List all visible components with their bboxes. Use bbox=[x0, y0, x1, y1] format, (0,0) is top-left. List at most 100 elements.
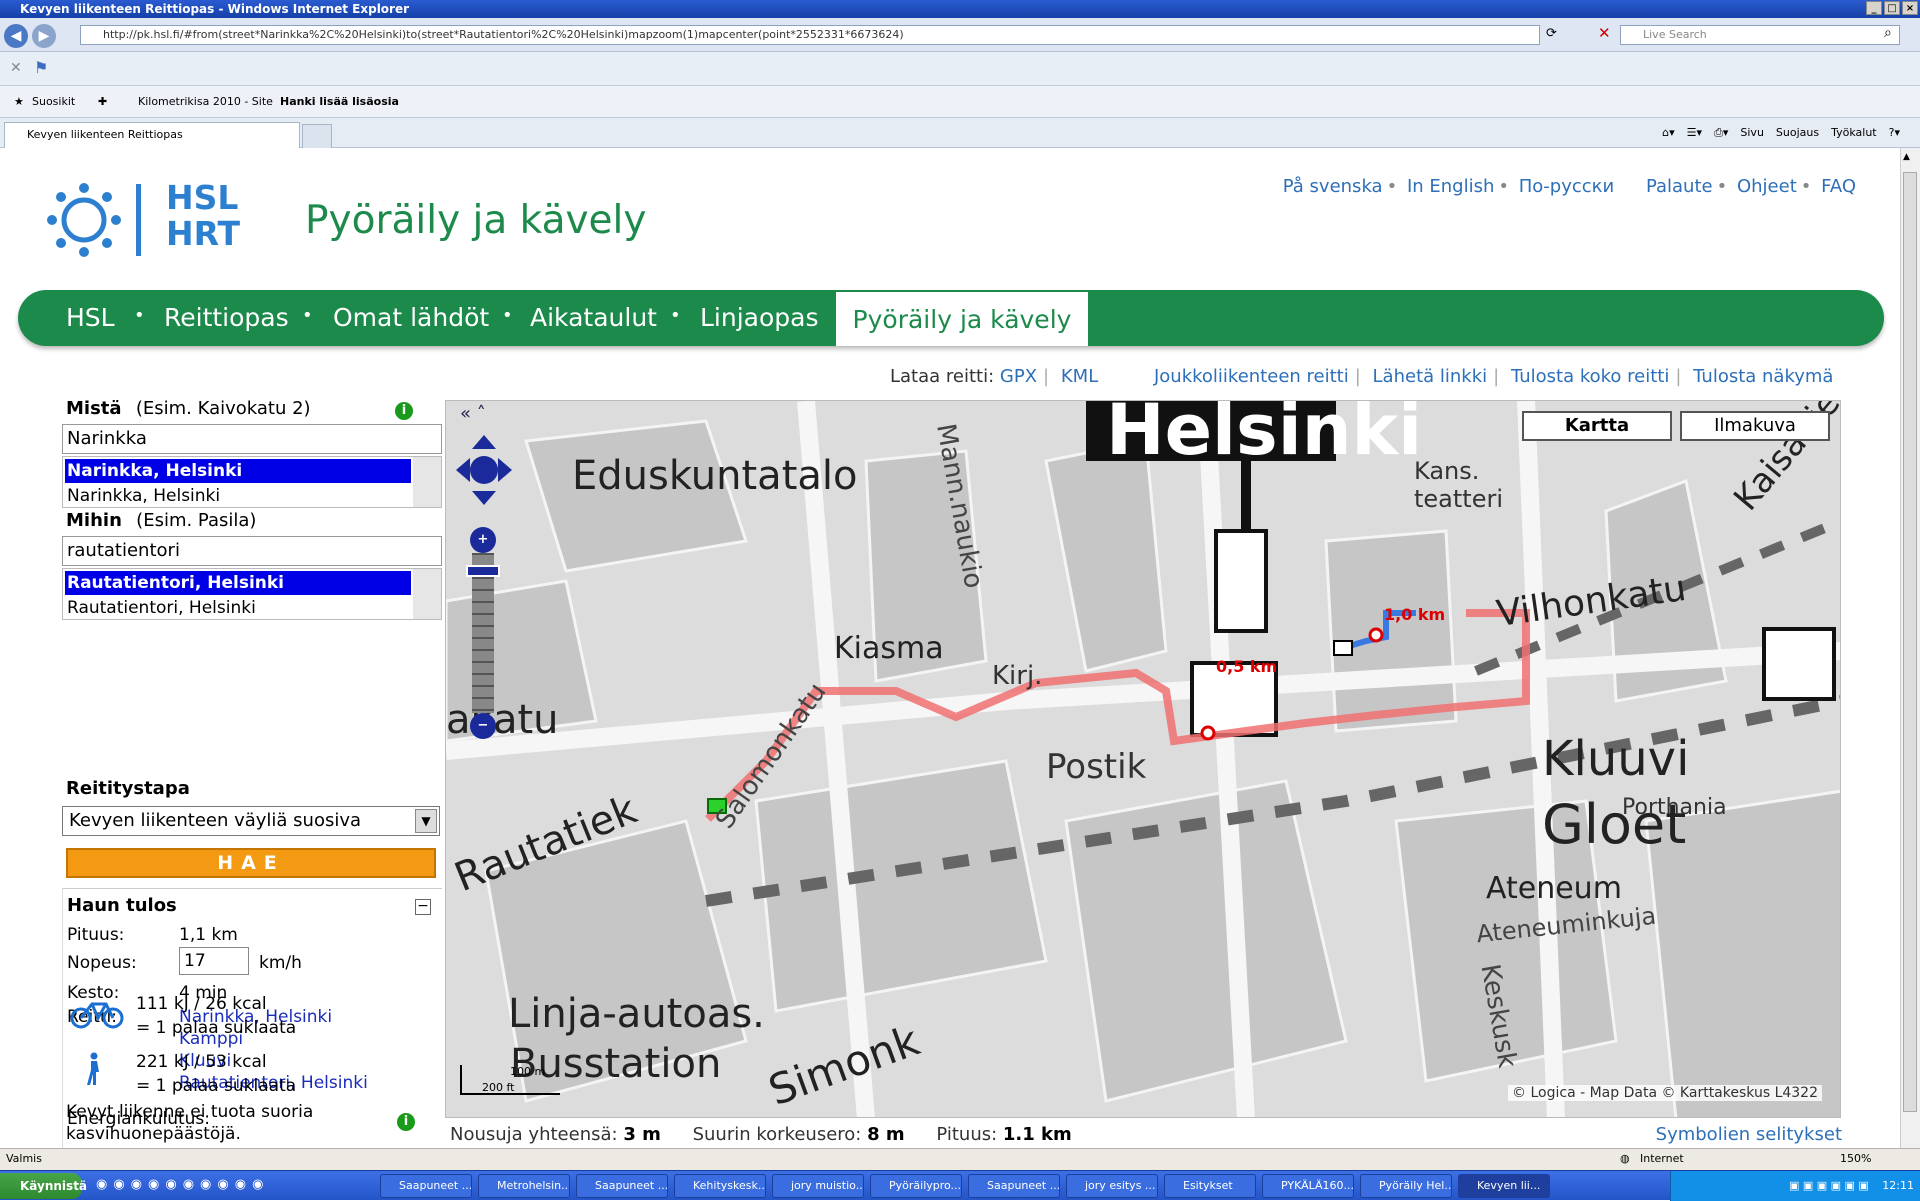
pan-control[interactable] bbox=[456, 435, 512, 505]
bicycle-icon bbox=[70, 1002, 124, 1029]
nav-linjaopas[interactable]: Linjaopas bbox=[700, 290, 819, 346]
back-button[interactable]: ◀ bbox=[4, 24, 28, 48]
help-icon[interactable]: ?▾ bbox=[1889, 126, 1900, 140]
from-label: Mistä (Esim. Kaivokatu 2) bbox=[66, 398, 311, 419]
collapse-panel-icon[interactable]: « ˄ bbox=[460, 403, 486, 424]
task-item-5[interactable]: Pyöräilypro... bbox=[870, 1174, 962, 1198]
forward-button[interactable]: ▶ bbox=[32, 24, 56, 48]
from-list-scrollbar[interactable] bbox=[413, 457, 441, 507]
status-bar: Valmis ◍ Internet 150% bbox=[0, 1148, 1920, 1170]
task-item-2[interactable]: Saapuneet ... bbox=[576, 1174, 668, 1198]
zoom-level[interactable]: 150% bbox=[1840, 1149, 1871, 1169]
zoom-in-button[interactable]: + bbox=[470, 527, 496, 553]
hsl-logo[interactable]: HSL HRT bbox=[46, 180, 246, 264]
new-tab-button[interactable] bbox=[302, 124, 332, 148]
routing-mode-value: Kevyen liikenteen väyliä suosiva bbox=[69, 810, 362, 831]
routing-mode-select[interactable]: Kevyen liikenteen väyliä suosiva ▼ bbox=[62, 806, 440, 836]
download-gpx[interactable]: GPX bbox=[1000, 366, 1037, 387]
from-input[interactable]: Narinkka bbox=[62, 424, 442, 454]
nav-aikataulut[interactable]: Aikataulut bbox=[530, 290, 657, 346]
map-view[interactable]: Helsinki Eduskuntatalo Kiasma Kluuvi Glo… bbox=[445, 400, 1841, 1118]
transit-route-link[interactable]: Joukkoliikenteen reitti bbox=[1154, 366, 1349, 387]
task-item-10[interactable]: Pyöräily Hel... bbox=[1360, 1174, 1452, 1198]
faq-link[interactable]: FAQ bbox=[1821, 176, 1856, 197]
zoom-out-button[interactable]: − bbox=[470, 713, 496, 739]
task-item-7[interactable]: jory esitys ... bbox=[1066, 1174, 1158, 1198]
map-label-ateneum: Ateneum bbox=[1486, 871, 1622, 906]
live-search-input[interactable]: Live Search bbox=[1620, 25, 1900, 45]
search-button[interactable]: HAE bbox=[66, 848, 436, 878]
nav-hsl[interactable]: HSL bbox=[66, 290, 115, 346]
map-view-button[interactable]: Kartta bbox=[1522, 411, 1672, 441]
clock: 12:11 bbox=[1882, 1179, 1914, 1192]
address-bar[interactable]: http://pk.hsl.fi/#from(street*Narinkka%2… bbox=[80, 25, 1540, 45]
scroll-thumb[interactable] bbox=[1903, 172, 1917, 1112]
task-item-1[interactable]: Metrohelsin... bbox=[478, 1174, 570, 1198]
to-list-scrollbar[interactable] bbox=[413, 569, 441, 619]
lang-russian[interactable]: По-русски bbox=[1519, 176, 1614, 197]
speed-input[interactable]: 17 bbox=[179, 947, 249, 975]
window-titlebar: Kevyen liikenteen Reittiopas - Windows I… bbox=[0, 0, 1920, 18]
favorites-button[interactable]: Suosikit bbox=[32, 95, 75, 108]
lang-swedish[interactable]: På svenska bbox=[1283, 176, 1383, 197]
task-item-8[interactable]: Esitykset bbox=[1164, 1174, 1256, 1198]
print-icon[interactable]: ⎙▾ bbox=[1714, 126, 1728, 140]
scroll-up-icon[interactable]: ▲ bbox=[1903, 152, 1910, 162]
feedback-link[interactable]: Palaute bbox=[1646, 176, 1713, 197]
task-item-11-active[interactable]: Kevyen lii... bbox=[1458, 1174, 1550, 1198]
nav-pyoraily-active[interactable]: Pyöräily ja kävely bbox=[836, 290, 1088, 346]
download-kml[interactable]: KML bbox=[1061, 366, 1098, 387]
print-full-route[interactable]: Tulosta koko reitti bbox=[1511, 366, 1669, 387]
zoom-handle[interactable] bbox=[466, 565, 500, 577]
task-item-6[interactable]: Saapuneet ... bbox=[968, 1174, 1060, 1198]
stop-icon[interactable]: ✕ bbox=[1598, 24, 1611, 42]
to-suggestion-selected[interactable]: Rautatientori, Helsinki bbox=[65, 571, 411, 595]
tray-icons[interactable]: ▣ ▣ ▣ ▣ ▣ ▣ bbox=[1789, 1179, 1869, 1192]
feeds-icon[interactable]: ☰▾ bbox=[1687, 126, 1702, 140]
add-favorite-icon[interactable]: ✚ bbox=[98, 95, 107, 108]
collapse-icon[interactable]: − bbox=[415, 899, 431, 915]
print-view[interactable]: Tulosta näkymä bbox=[1693, 366, 1833, 387]
tab-reittiopas[interactable]: Kevyen liikenteen Reittiopas bbox=[4, 122, 300, 148]
quicklaunch-icons[interactable]: ◉◉◉◉◉◉◉◉◉◉ bbox=[96, 1177, 269, 1192]
finish-flag-icon bbox=[1333, 640, 1353, 656]
to-suggestion[interactable]: Rautatientori, Helsinki bbox=[65, 597, 256, 619]
restore-button[interactable]: □ bbox=[1884, 1, 1900, 15]
refresh-icon[interactable]: ⟳ bbox=[1546, 26, 1557, 41]
send-link[interactable]: Lähetä linkki bbox=[1373, 366, 1488, 387]
from-info-icon[interactable]: i bbox=[395, 402, 413, 420]
nav-omat-lahdot[interactable]: Omat lähdöt bbox=[333, 290, 489, 346]
fav-kilometrikisa[interactable]: Kilometrikisa 2010 - Site bbox=[138, 95, 273, 108]
minimize-button[interactable]: _ bbox=[1866, 1, 1882, 15]
close-toolbar-icon[interactable]: ✕ bbox=[10, 60, 22, 76]
task-item-0[interactable]: Saapuneet ... bbox=[380, 1174, 472, 1198]
from-suggestion[interactable]: Narinkka, Helsinki bbox=[65, 485, 220, 507]
aerial-view-button[interactable]: Ilmakuva bbox=[1680, 411, 1830, 441]
window-title: Kevyen liikenteen Reittiopas - Windows I… bbox=[20, 2, 410, 16]
map-label-kluuvi: Kluuvi bbox=[1542, 731, 1690, 787]
home-icon[interactable]: ⌂▾ bbox=[1662, 126, 1675, 140]
task-item-4[interactable]: jory muistio... bbox=[772, 1174, 864, 1198]
zoom-slider[interactable] bbox=[472, 553, 494, 713]
search-icon[interactable]: ⌕ bbox=[1884, 25, 1892, 41]
to-input[interactable]: rautatientori bbox=[62, 536, 442, 566]
fav-lisaosia[interactable]: Hanki lisää lisäosia bbox=[280, 95, 399, 108]
from-suggestion-selected[interactable]: Narinkka, Helsinki bbox=[65, 459, 411, 483]
nav-reittiopas[interactable]: Reittiopas bbox=[164, 290, 289, 346]
task-item-3[interactable]: Kehityskesk... bbox=[674, 1174, 766, 1198]
close-window-button[interactable]: × bbox=[1902, 1, 1918, 15]
logo-hsl-text: HSL bbox=[166, 178, 239, 217]
lang-english[interactable]: In English bbox=[1407, 176, 1494, 197]
start-button[interactable]: Käynnistä bbox=[0, 1173, 87, 1199]
cmd-suojaus[interactable]: Suojaus bbox=[1776, 126, 1819, 140]
help-link[interactable]: Ohjeet bbox=[1737, 176, 1797, 197]
symbols-legend-link[interactable]: Symbolien selitykset bbox=[1656, 1124, 1842, 1145]
cmd-tyokalut[interactable]: Työkalut bbox=[1831, 126, 1877, 140]
length-value: 1,1 km bbox=[179, 925, 238, 945]
cmd-sivu[interactable]: Sivu bbox=[1740, 126, 1764, 140]
page-scrollbar[interactable]: ▲ bbox=[1900, 148, 1920, 1148]
task-item-9[interactable]: PYKÄLÄ160... bbox=[1262, 1174, 1354, 1198]
chevron-down-icon[interactable]: ▼ bbox=[415, 809, 437, 833]
toolbar-logo-icon[interactable]: ⚑ bbox=[34, 58, 48, 77]
favorites-star-icon[interactable]: ★ bbox=[14, 95, 24, 108]
